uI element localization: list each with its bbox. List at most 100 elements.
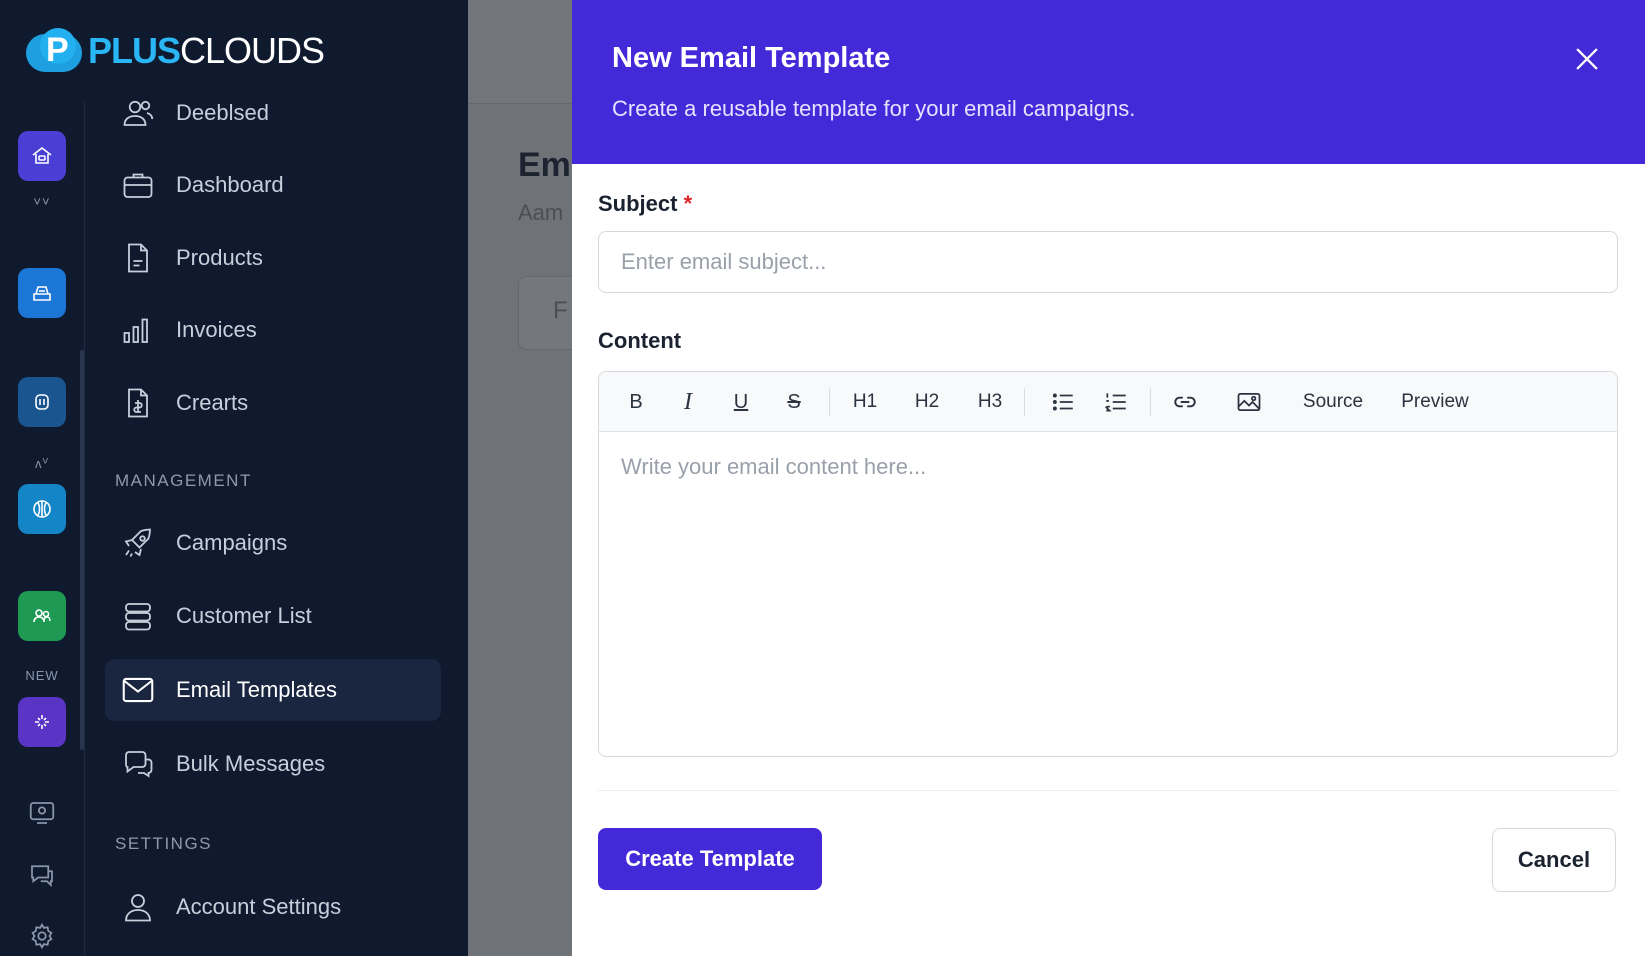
image-button[interactable] (1233, 384, 1265, 420)
rich-text-editor: B I U S H1 H2 H3 Source Preview Write yo… (598, 371, 1618, 757)
sidebar-item-label: Crearts (176, 390, 249, 415)
page-subtitle: Aam (518, 200, 564, 225)
modal-description: Create a reusable template for your emai… (612, 96, 1136, 121)
rocket-icon (118, 523, 158, 563)
monitor-icon[interactable] (26, 797, 58, 829)
content-editor-area[interactable]: Write your email content here... (599, 432, 1617, 756)
home-icon (32, 146, 52, 164)
inbox-icon (33, 286, 51, 301)
sidebar-item-label: Customer List (176, 603, 312, 628)
sidebar-item-dashboard[interactable]: Dashboard (105, 154, 441, 216)
numbered-list-icon (1105, 393, 1126, 412)
rail-inbox-button[interactable] (18, 268, 66, 318)
bullet-list-button[interactable] (1047, 384, 1079, 420)
sparkle-icon (35, 715, 49, 729)
logo-badge-icon: P (26, 28, 84, 74)
link-button[interactable] (1169, 384, 1201, 420)
chat-icon (118, 744, 158, 784)
settings-heading: SETTINGS (115, 834, 213, 853)
shield-icon (35, 394, 49, 410)
briefcase-icon (118, 165, 158, 205)
heading-3-button[interactable]: H3 (970, 384, 1010, 420)
sidebar-item-invoices[interactable]: Invoices (105, 299, 441, 361)
bold-label: B (629, 390, 643, 413)
sidebar-item-label: Products (176, 245, 263, 270)
strike-label: S (787, 390, 801, 413)
sidebar-item-campaigns[interactable]: Campaigns (105, 512, 441, 574)
rail-globe-button[interactable] (18, 484, 66, 534)
users-icon (118, 93, 158, 133)
sidebar-scrollbar[interactable] (80, 350, 84, 750)
database-icon (118, 596, 158, 636)
underline-button[interactable]: U (726, 384, 756, 420)
sidebar-item-bulk-messages[interactable]: Bulk Messages (105, 733, 441, 795)
toolbar-separator (1024, 388, 1025, 416)
close-icon (1576, 48, 1598, 70)
italic-label: I (684, 388, 692, 415)
footer-divider (598, 790, 1618, 791)
preview-label: Preview (1401, 391, 1469, 412)
rail-new-label: NEW (25, 668, 59, 683)
rail-security-button[interactable] (18, 377, 66, 427)
sidebar-item-label: Bulk Messages (176, 751, 326, 776)
messages-rail-icon[interactable] (26, 859, 58, 891)
sidebar-item-products[interactable]: Products (105, 227, 441, 289)
rail-team-button[interactable] (18, 591, 66, 641)
heading-2-button[interactable]: H2 (907, 384, 947, 420)
sidebar-item-label: Account Settings (176, 894, 342, 919)
subject-input[interactable] (598, 231, 1618, 293)
sidebar-item-label: Campaigns (176, 530, 288, 555)
sidebar-item-crearts[interactable]: Crearts (105, 372, 441, 434)
rail-label-2: ʌⱽ (34, 456, 50, 471)
toolbar-separator (829, 388, 830, 416)
modal-title: New Email Template (612, 42, 891, 74)
sidebar-item-deeblsed[interactable]: Deeblsed (105, 82, 441, 144)
numbered-list-button[interactable] (1100, 384, 1132, 420)
globe-icon (33, 500, 51, 518)
page-title: Em (518, 146, 571, 184)
sidebar-item-label: Dashboard (176, 172, 284, 197)
h3-label: H3 (977, 391, 1003, 412)
underline-label: U (733, 390, 749, 413)
h1-label: H1 (852, 391, 878, 412)
source-label: Source (1302, 391, 1364, 412)
create-template-button[interactable]: Create Template (598, 828, 822, 890)
user-icon (118, 887, 158, 927)
team-icon (33, 609, 51, 623)
preview-button[interactable]: Preview (1395, 384, 1475, 420)
bold-button[interactable]: B (621, 384, 651, 420)
close-button[interactable] (1570, 42, 1604, 76)
subject-label: Subject * (598, 191, 693, 216)
sidebar-item-email-templates[interactable]: Email Templates (105, 659, 441, 721)
cancel-button[interactable]: Cancel (1492, 828, 1616, 892)
source-button[interactable]: Source (1293, 384, 1373, 420)
sidebar-item-label: Deeblsed (176, 100, 269, 125)
strikethrough-button[interactable]: S (779, 384, 809, 420)
sidebar-item-customer-list[interactable]: Customer List (105, 585, 441, 647)
content-placeholder: Write your email content here... (621, 454, 927, 479)
rail-home-button[interactable] (18, 131, 66, 181)
italic-button[interactable]: I (673, 384, 703, 420)
modal-header: New Email Template Create a reusable tem… (572, 0, 1645, 164)
link-icon (1174, 396, 1196, 408)
sidebar: P PLUSCLOUDS ˅˅ ʌⱽ NEW Deeblsed Dashboar… (0, 0, 468, 956)
rail-divider (84, 102, 85, 956)
brand-logo[interactable]: P PLUSCLOUDS (26, 26, 325, 76)
document-icon (118, 238, 158, 278)
sidebar-item-label: Invoices (176, 317, 257, 342)
new-template-modal: New Email Template Create a reusable tem… (572, 0, 1645, 956)
gear-icon[interactable] (26, 920, 58, 952)
h2-label: H2 (914, 391, 940, 412)
editor-toolbar: B I U S H1 H2 H3 Source Preview (599, 372, 1617, 432)
sidebar-item-label: Email Templates (176, 677, 337, 702)
content-label: Content (598, 328, 682, 353)
heading-1-button[interactable]: H1 (845, 384, 885, 420)
rail-label-1: ˅˅ (33, 194, 51, 209)
management-heading: MANAGEMENT (115, 471, 252, 490)
toolbar-separator (1150, 388, 1151, 416)
rail-new-feature-button[interactable] (18, 697, 66, 747)
sidebar-item-account-settings[interactable]: Account Settings (105, 876, 441, 938)
file-dollar-icon (118, 383, 158, 423)
bullet-list-icon (1052, 393, 1073, 411)
image-icon (1237, 392, 1261, 412)
